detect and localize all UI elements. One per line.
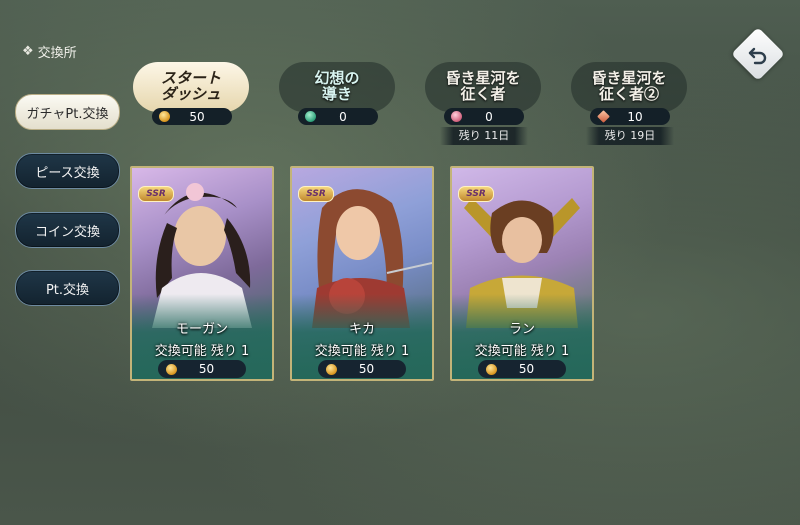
page-title-text: 交換所	[37, 46, 77, 61]
gold-coin-icon	[486, 363, 497, 375]
currency-value: 50	[189, 109, 205, 124]
currency-value: 0	[339, 109, 347, 124]
rarity-badge: SSR	[138, 186, 174, 202]
currency-start-dash: スタート ダッシュ 50	[130, 62, 252, 132]
price-value: 50	[358, 362, 375, 376]
gold-coin-icon	[166, 363, 177, 375]
currency-logo: スタート ダッシュ	[133, 62, 249, 112]
currency-remaining-days: 残り 19日	[586, 127, 674, 145]
currency-logo-text: 昏き星河を 征く者②	[591, 69, 667, 103]
currency-value-box: 50	[152, 108, 232, 125]
back-arrow-icon	[748, 47, 767, 65]
sidebar-item-gacha-pt-exchange[interactable]: ガチャPt.交換	[15, 94, 120, 130]
exchange-status: 交換可能 残り 1	[314, 344, 410, 359]
sidebar-item-piece-exchange[interactable]: ピース交換	[15, 153, 120, 189]
sidebar-item-coin-exchange[interactable]: コイン交換	[15, 212, 120, 248]
sidebar-item-label: Pt.交換	[45, 282, 90, 298]
currency-logo: 幻想の 導き	[279, 62, 395, 112]
green-coin-icon	[305, 111, 316, 122]
currency-value-box: 0	[298, 108, 378, 125]
sidebar-item-label: コイン交換	[34, 224, 100, 240]
exchange-status: 交換可能 残り 1	[474, 344, 570, 359]
price-box: 50	[478, 360, 566, 378]
currency-kuraki-2: 昏き星河を 征く者② 10 残り 19日	[568, 62, 690, 145]
pink-coin-icon	[451, 111, 462, 122]
exchange-card-morgan[interactable]: SSR モーガン 交換可能 残り 1 50	[130, 166, 274, 381]
gold-coin-icon	[326, 363, 337, 375]
currency-value-box: 10	[590, 108, 670, 125]
currency-value: 0	[485, 109, 493, 124]
currency-logo: 昏き星河を 征く者	[425, 62, 541, 112]
sidebar-item-label: ピース交換	[35, 165, 100, 181]
currency-logo-text: スタート ダッシュ	[160, 69, 221, 103]
price-box: 50	[158, 360, 246, 378]
exchange-status: 交換可能 残り 1	[154, 344, 250, 359]
price-value: 50	[198, 362, 215, 376]
rarity-badge: SSR	[458, 186, 494, 202]
currency-kuraki-1: 昏き星河を 征く者 0 残り 11日	[422, 62, 544, 145]
currency-value-box: 0	[444, 108, 524, 125]
exchange-card-kika[interactable]: SSR キカ 交換可能 残り 1 50	[290, 166, 434, 381]
character-name: キカ	[348, 322, 375, 337]
currency-gensou: 幻想の 導き 0	[276, 62, 398, 132]
currency-logo-text: 幻想の 導き	[314, 69, 360, 103]
price-value: 50	[518, 362, 535, 376]
price-box: 50	[318, 360, 406, 378]
character-name: モーガン	[175, 322, 228, 337]
gold-coin-icon	[159, 111, 170, 122]
currency-remaining-days: 残り 11日	[440, 127, 528, 145]
currency-logo-text: 昏き星河を 征く者	[445, 69, 521, 103]
rarity-badge: SSR	[298, 186, 334, 202]
back-button[interactable]	[731, 27, 785, 81]
sidebar-item-pt-exchange[interactable]: Pt.交換	[15, 270, 120, 306]
page-title: ❖ 交換所	[22, 42, 77, 61]
currency-value: 10	[627, 109, 643, 124]
exchange-card-ran[interactable]: SSR ラン 交換可能 残り 1 50	[450, 166, 594, 381]
gear-flower-icon: ❖	[22, 44, 34, 59]
sidebar-item-label: ガチャPt.交換	[26, 106, 109, 122]
currency-logo: 昏き星河を 征く者②	[571, 62, 687, 112]
character-name: ラン	[508, 322, 535, 337]
